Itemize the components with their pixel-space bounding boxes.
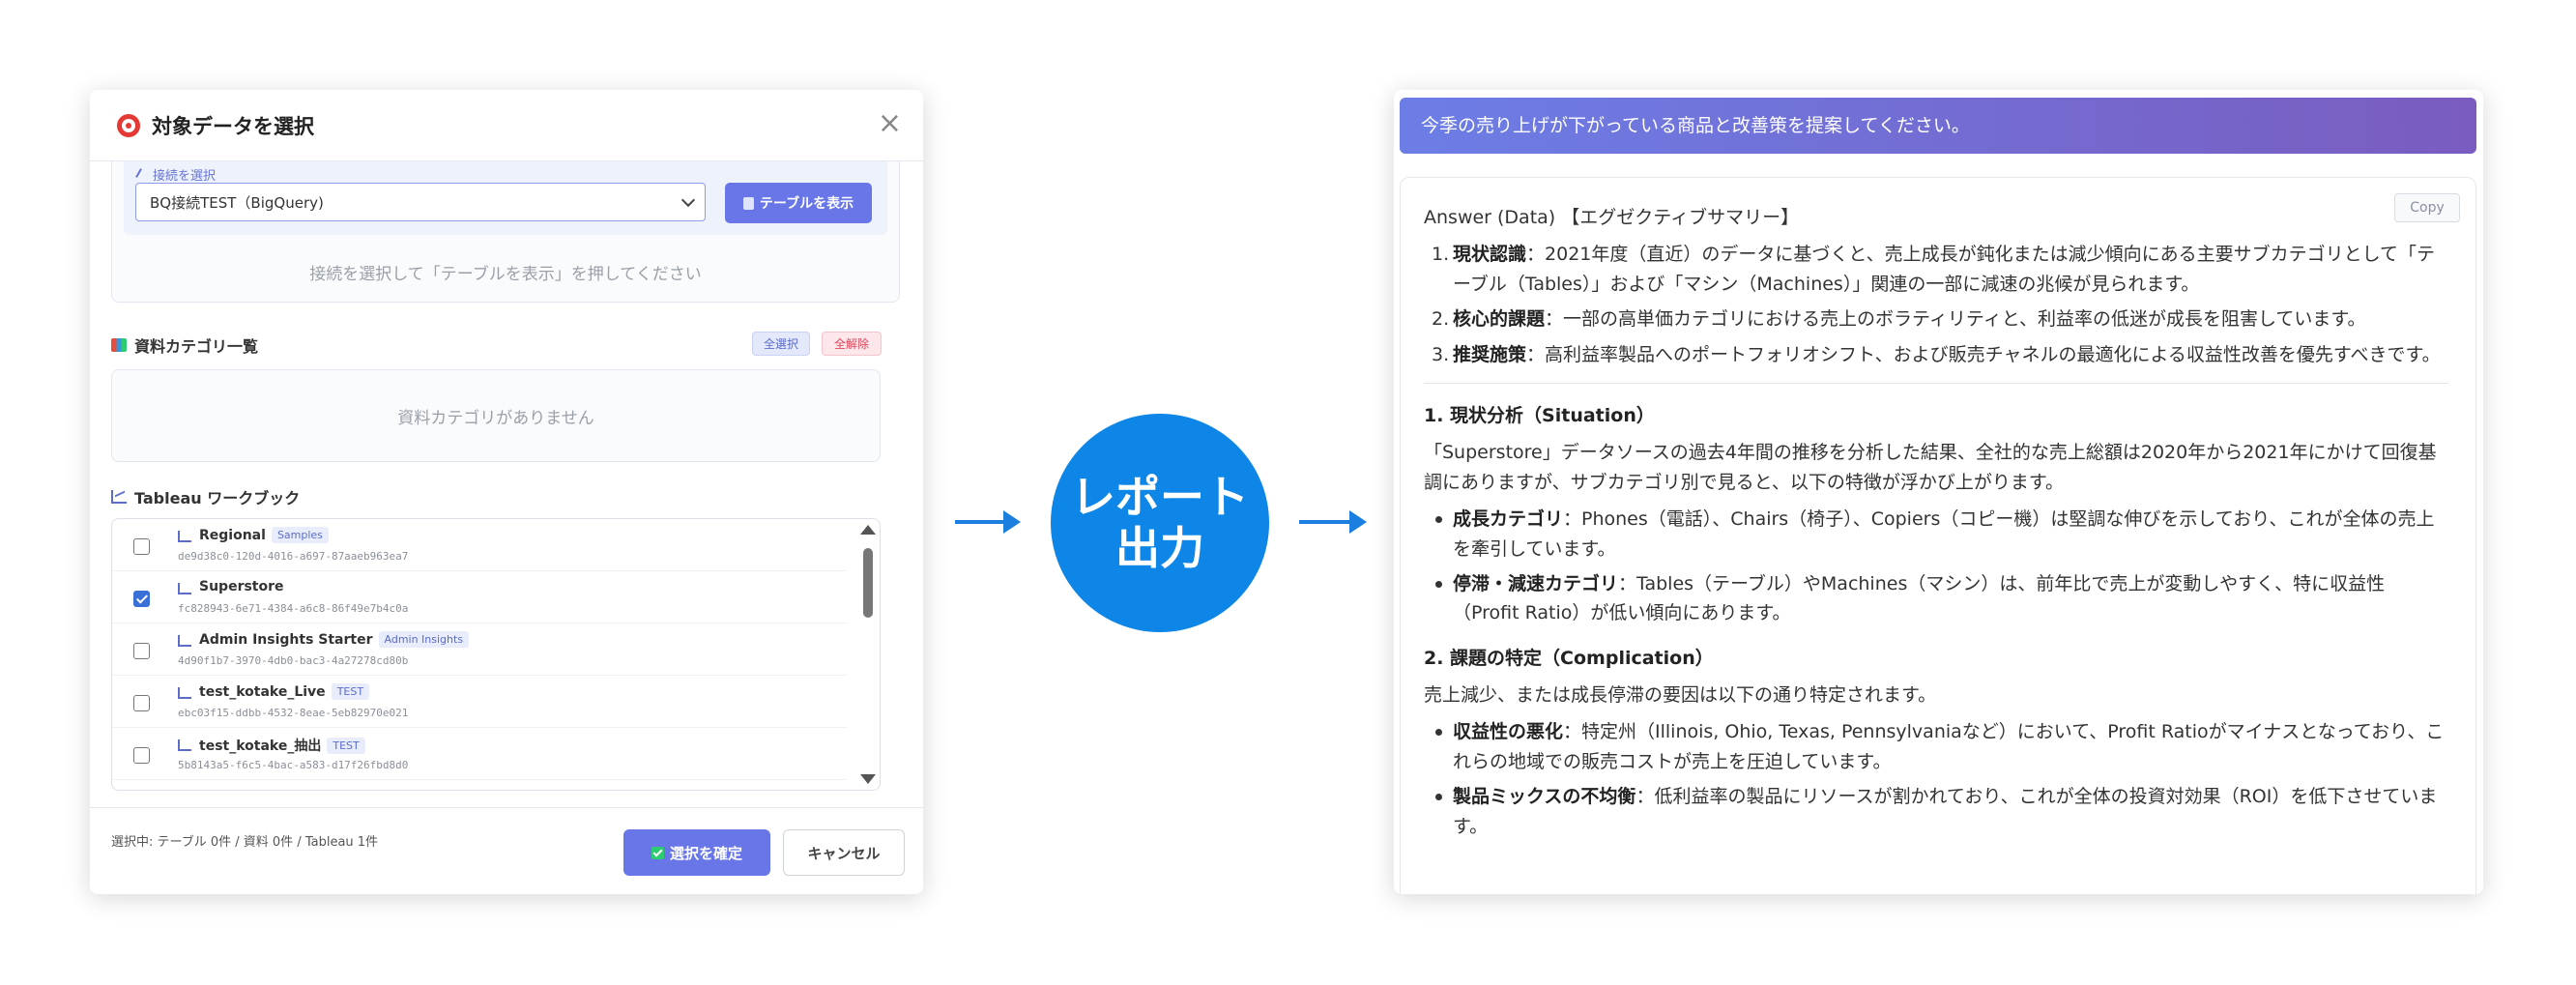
modal-header: 対象データを選択 × [90,90,923,161]
answer-intro: Answer (Data) 【エグゼクティブサマリー】 [1424,207,1800,228]
workbook-icon [178,583,191,594]
workbook-id: 4d90f1b7-3970-4db0-bac3-4a27278cd80b [178,654,409,667]
categories-heading: 資料カテゴリ一覧 [111,333,258,357]
workbook-tag: TEST [331,683,370,700]
report-output-badge: レポート 出力 [1051,414,1269,632]
workbook-row[interactable]: Regional Samples de9d38c0-120d-4016-a697-… [112,519,847,571]
workbook-icon [178,739,191,751]
select-data-modal: 対象データを選択 × 接続を選択 BQ接続TEST（BigQuery) テーブル… [90,90,923,894]
workbook-name: Admin Insights Starter Admin Insights [199,631,470,648]
connection-panel: 接続を選択 BQ接続TEST（BigQuery) テーブルを表示 [124,161,887,235]
workbook-tag: TEST [327,737,365,754]
connection-select[interactable]: BQ接続TEST（BigQuery) [135,183,706,221]
workbook-id: ebc03f15-ddbb-4532-8eae-5eb82970e021 [178,707,409,719]
categories-empty: 資料カテゴリがありません [111,369,881,462]
select-all-button[interactable]: 全選択 [752,332,810,356]
check-icon [651,846,664,859]
badge-line-1: レポート [1071,471,1249,524]
summary-item: 2. 核心的課題：一部の高単価カテゴリにおける売上のボラティリティと、利益率の低迷… [1432,308,2366,331]
workbook-icon [178,531,191,542]
workbooks-heading: Tableau ワークブック [111,485,300,508]
workbook-checkbox[interactable] [133,538,150,555]
summary-item: 1. 現状認識：2021年度（直近）のデータに基づくと、売上成長が鈍化または減少傾… [1432,244,2436,295]
section-heading: 2. 課題の特定（Complication） [1424,647,1714,669]
badge-line-2: 出力 [1115,522,1204,574]
chevron-down-icon [680,192,696,208]
workbook-checkbox[interactable] [133,643,150,659]
arrow-right-icon [955,510,1021,534]
arrow-right-icon [1299,510,1367,534]
chat-panel: 今季の売り上げが下がっている商品と改善策を提案してください。 Copy Answ… [1394,90,2483,894]
workbook-row[interactable]: test_kotake_Live TEST ebc03f15-ddbb-4532-… [112,676,847,728]
workbook-name: Regional Samples [199,527,329,543]
answer-body: Answer (Data) 【エグゼクティブサマリー】 1. 現状認識：2021年… [1424,203,2448,847]
section-paragraph: 「Superstore」データソースの過去4年間の推移を分析した結果、全社的な売… [1424,442,2437,493]
summary-item: 3. 推奨施策：高利益率製品へのポートフォリオシフト、および販売チャネルの最適化に… [1432,343,2441,365]
connection-hint: 接続を選択して「テーブルを表示」を押してください [309,265,702,284]
workbook-id: de9d38c0-120d-4016-a697-87aaeb963ea7 [178,550,409,563]
bullet-item: 収益性の悪化：特定州（Illinois, Ohio, Texas, Pennsy… [1424,717,2448,776]
connection-label: 接続を選択 [135,165,216,184]
selection-status: 選択中: テーブル 0件 / 資料 0件 / Tableau 1件 [111,835,379,850]
workbook-icon [178,635,191,647]
workbook-row[interactable]: Admin Insights Starter Admin Insights 4d9… [112,623,847,676]
workbook-id: fc828943-6e71-4384-a6c8-86f49e7b4c0a [178,602,409,615]
confirm-button[interactable]: 選択を確定 [623,829,770,876]
table-icon [742,196,754,210]
workbook-list[interactable]: Regional Samples de9d38c0-120d-4016-a697-… [111,518,881,791]
workbook-checkbox[interactable] [133,747,150,764]
chart-icon [111,490,127,504]
target-icon [117,113,140,137]
user-message: 今季の売り上げが下がっている商品と改善策を提案してください。 [1400,98,2476,154]
workbook-tag: Samples [271,527,329,543]
bullet-item: 停滞・減速カテゴリ：Tables（テーブル）やMachines（マシン）は、前年… [1424,569,2448,628]
workbook-row[interactable]: test_kotake_抽出 TEST 5b8143a5-f6c5-4bac-a5… [112,728,847,780]
workbook-scrollbar[interactable] [854,519,880,790]
divider [1424,382,2448,384]
plug-icon [135,168,149,182]
workbook-name: test_kotake_抽出 TEST [199,736,365,755]
section-paragraph: 売上減少、または成長停滞の要因は以下の通り特定されます。 [1424,684,1937,707]
workbook-id: 5b8143a5-f6c5-4bac-a583-d17f26fbd8d0 [178,759,409,771]
bullet-item: 成長カテゴリ：Phones（電話）、Chairs（椅子）、Copiers（コピー… [1424,505,2448,564]
workbook-checkbox[interactable] [133,591,150,607]
modal-footer: 選択中: テーブル 0件 / 資料 0件 / Tableau 1件 選択を確定 … [90,807,923,894]
workbook-checkbox[interactable] [133,695,150,711]
answer-card: Copy Answer (Data) 【エグゼクティブサマリー】 1. 現状認識：… [1400,177,2476,894]
close-button[interactable]: × [878,109,902,138]
clear-all-button[interactable]: 全解除 [822,332,882,356]
scroll-up-icon[interactable] [860,525,876,535]
connection-section: 接続を選択 BQ接続TEST（BigQuery) テーブルを表示 接続を選択して… [111,161,900,303]
workbook-tag: Admin Insights [378,631,470,648]
workbook-name: Superstore [199,579,284,594]
workbook-name: test_kotake_Live TEST [199,683,370,700]
show-table-button[interactable]: テーブルを表示 [725,183,872,223]
scroll-down-icon[interactable] [860,774,876,784]
bullet-item: 製品ミックスの不均衡：低利益率の製品にリソースが割かれており、これが全体の投資対… [1424,782,2448,841]
scroll-thumb[interactable] [863,548,873,618]
cancel-button[interactable]: キャンセル [783,829,905,876]
connection-selected-value: BQ接続TEST（BigQuery) [150,193,324,212]
modal-title: 対象データを選択 [152,114,314,138]
workbook-icon [178,687,191,699]
section-heading: 1. 現状分析（Situation） [1424,404,1655,426]
books-icon [111,338,127,352]
workbook-row[interactable]: Superstore fc828943-6e71-4384-a6c8-86f49… [112,571,847,623]
